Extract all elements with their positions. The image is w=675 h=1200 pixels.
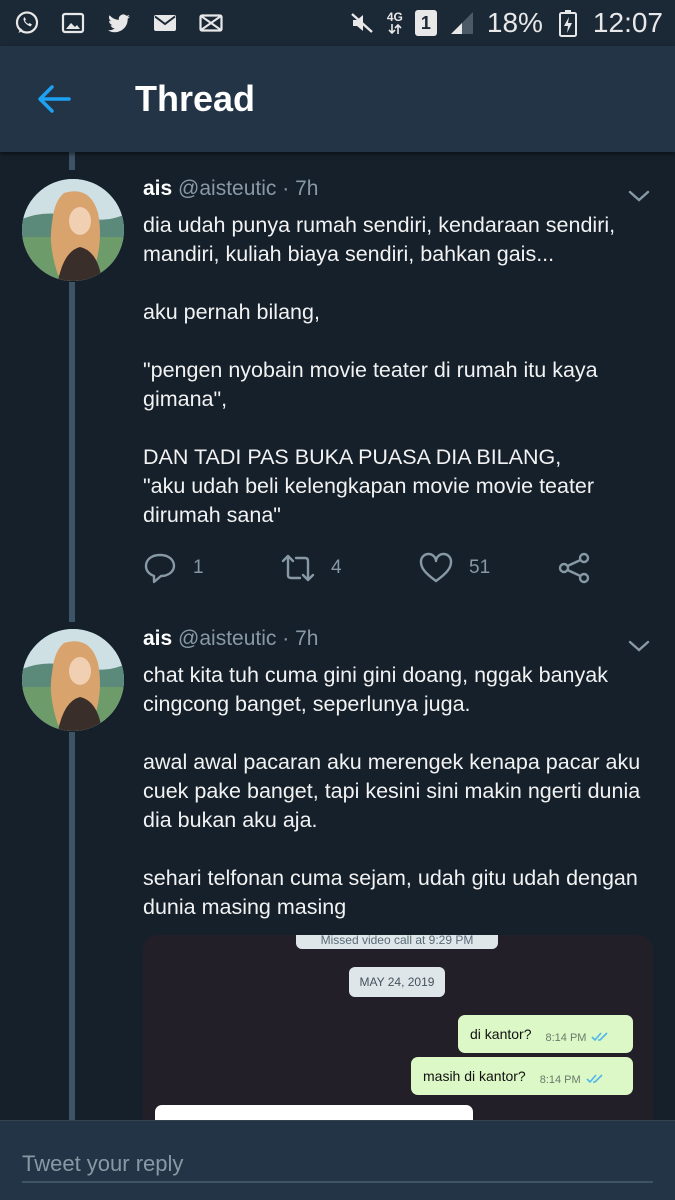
tweet-paragraph: DAN TADI PAS BUKA PUASA DIA BILANG, "aku…: [143, 445, 595, 527]
username[interactable]: @aisteutic: [178, 627, 276, 650]
avatar-image: [22, 179, 124, 281]
chat-date-label: MAY 24, 2019: [349, 967, 445, 997]
retweet-button[interactable]: 4: [281, 551, 419, 585]
missed-call-label: Missed video call at 9:29 PM: [296, 935, 498, 949]
tweet-paragraph: dia udah punya rumah sendiri, kendaraan …: [143, 213, 616, 266]
tweet-paragraph: "pengen nyobain movie teater di rumah it…: [143, 358, 598, 411]
like-count: 51: [469, 557, 491, 578]
tweet-paragraph: sehari telfonan cuma sejam, udah gitu ud…: [143, 866, 638, 919]
chat-message-time: 8:14 PM: [539, 1074, 581, 1086]
notification-icons: [14, 10, 224, 36]
tweet-paragraph: aku pernah bilang,: [143, 300, 320, 324]
timestamp: 7h: [295, 177, 319, 200]
data-arrows-icon: [388, 23, 402, 35]
chat-message-time: 8:14 PM: [545, 1032, 587, 1044]
retweet-icon: [281, 554, 315, 582]
display-name[interactable]: ais: [143, 177, 172, 200]
network-indicator: 4G: [387, 11, 403, 35]
back-button[interactable]: [24, 69, 84, 129]
meta-separator: ·: [282, 627, 290, 650]
app-header: Thread: [0, 46, 675, 152]
meta-separator: ·: [282, 177, 290, 200]
whatsapp-icon: [14, 10, 40, 36]
tweet-body: ais @aisteutic · 7h dia udah punya rumah…: [143, 176, 655, 530]
avatar[interactable]: [22, 629, 124, 731]
tweet-meta: ais @aisteutic · 7h: [143, 626, 655, 652]
heart-icon: [419, 552, 453, 583]
gallery-icon: [60, 10, 86, 36]
mail-icon: [152, 10, 178, 36]
sim-badge: 1: [414, 10, 437, 36]
username[interactable]: @aisteutic: [178, 177, 276, 200]
tweet-actions: 1 4 51: [143, 550, 603, 586]
status-bar: 4G 1 18% 12:07: [0, 0, 675, 46]
read-tick-icon: [586, 1074, 603, 1084]
battery-icon: [555, 10, 581, 37]
share-icon: [558, 552, 590, 584]
battery-percentage: 18%: [486, 7, 543, 38]
tweet-body: ais @aisteutic · 7h chat kita tuh cuma g…: [143, 626, 655, 922]
tweet[interactable]: ais @aisteutic · 7h dia udah punya rumah…: [0, 152, 675, 612]
clock: 12:07: [592, 7, 663, 38]
signal-icon: [449, 10, 475, 36]
tweet-menu-chevron-icon[interactable]: [625, 632, 653, 660]
reply-button[interactable]: 1: [143, 551, 281, 585]
page-title: Thread: [135, 78, 256, 119]
share-button[interactable]: [557, 551, 591, 585]
sim-number: 1: [420, 12, 431, 33]
chat-bubble-incoming: [155, 1105, 473, 1120]
twitter-icon: [106, 10, 132, 36]
back-arrow-icon: [38, 85, 71, 113]
system-icons: 4G 1 18% 12:07: [349, 7, 663, 39]
thread-list[interactable]: ais @aisteutic · 7h dia udah punya rumah…: [0, 152, 675, 1120]
tweet-text: chat kita tuh cuma gini gini doang, ngga…: [143, 661, 655, 922]
mute-icon: [349, 10, 375, 36]
tweet-meta: ais @aisteutic · 7h: [143, 176, 655, 202]
chat-message-text: di kantor?: [470, 1026, 532, 1042]
reply-count: 1: [193, 557, 204, 578]
tweet-paragraph: chat kita tuh cuma gini gini doang, ngga…: [143, 663, 608, 716]
tweet-menu-chevron-icon[interactable]: [625, 182, 653, 210]
tweet-paragraph: awal awal pacaran aku merengek kenapa pa…: [143, 750, 641, 832]
reply-bar: Tweet your reply: [0, 1120, 675, 1200]
display-name[interactable]: ais: [143, 627, 172, 650]
reply-input[interactable]: Tweet your reply: [22, 1151, 653, 1183]
tweet-media-image[interactable]: Missed video call at 9:29 PM MAY 24, 201…: [143, 935, 653, 1120]
network-type: 4G: [386, 10, 403, 24]
read-tick-icon: [591, 1032, 609, 1042]
avatar[interactable]: [22, 179, 124, 281]
chat-message-text: masih di kantor?: [423, 1068, 526, 1084]
timestamp: 7h: [295, 627, 319, 650]
tweet-text: dia udah punya rumah sendiri, kendaraan …: [143, 211, 655, 530]
chat-bubble: masih di kantor? 8:14 PM: [411, 1057, 633, 1095]
like-button[interactable]: 51: [419, 551, 557, 585]
message-icon: [198, 10, 224, 36]
reply-icon: [144, 553, 176, 584]
avatar-image: [22, 629, 124, 731]
chat-bubble: di kantor? 8:14 PM: [458, 1015, 633, 1053]
retweet-count: 4: [331, 557, 342, 578]
